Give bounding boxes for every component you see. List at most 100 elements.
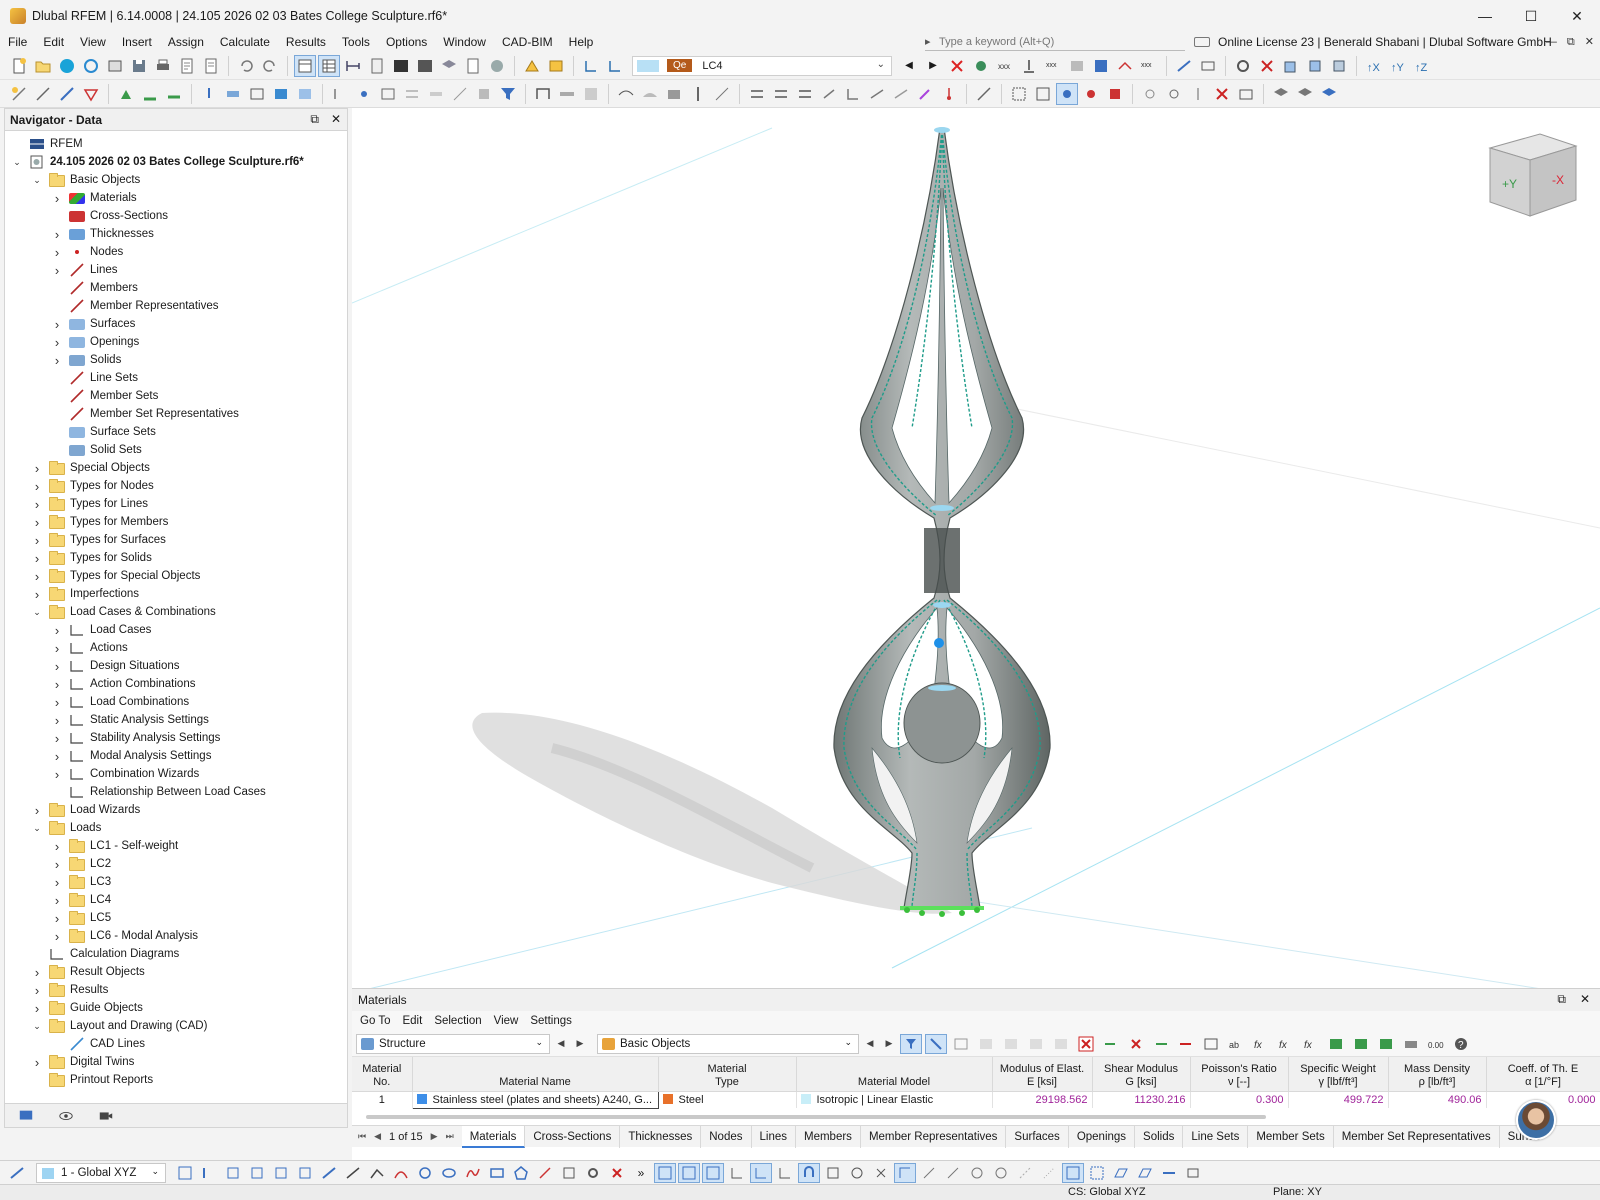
move-right-icon[interactable] [1175,1034,1197,1054]
snap-lines-icon[interactable] [198,1163,220,1183]
axis-icon[interactable] [774,1163,796,1183]
table-settings-icon[interactable] [1375,1034,1397,1054]
table-dock-icon[interactable]: ⧉ [1557,992,1566,1007]
tree-results[interactable]: › Results [5,981,347,999]
tab-nodes[interactable]: Nodes [701,1125,752,1148]
tree-basic-objects[interactable]: ⌄ Basic Objects [5,171,347,189]
tree-item-thicknesses[interactable]: › Thicknesses [5,225,347,243]
load-case-selector[interactable]: Qe LC4 ⌄ [632,55,892,76]
extrude-icon[interactable] [866,83,888,105]
animation-icon[interactable] [1114,55,1136,77]
chevron-right-icon[interactable]: › [51,317,63,332]
object-snap-icon[interactable] [702,1162,724,1183]
rotate-icon[interactable] [818,83,840,105]
tab-members[interactable]: Members [796,1125,861,1148]
result-diagram-icon[interactable]: xxx [1042,55,1064,77]
layer-stack-icon[interactable] [1270,83,1292,105]
layer-stack-3-icon[interactable] [1318,83,1340,105]
select-all-icon[interactable] [1008,83,1030,105]
divide-icon[interactable] [890,83,912,105]
tree-item-members[interactable]: Members [5,279,347,297]
tree-item-lines[interactable]: › Lines [5,261,347,279]
imposed-icon[interactable] [294,83,316,105]
split-icon[interactable] [1187,83,1209,105]
object-category-combo[interactable]: Basic Objects ⌄ [597,1033,859,1054]
mirror-icon[interactable] [794,83,816,105]
line-snap-icon[interactable] [918,1163,940,1183]
chevron-right-icon[interactable]: › [31,479,43,494]
square-snap-icon[interactable] [822,1163,844,1183]
export-excel-icon[interactable] [1325,1034,1347,1054]
dot-snap-icon[interactable] [1038,1163,1060,1183]
chevron-right-icon[interactable]: › [31,1001,43,1016]
column-view-icon[interactable] [1200,1034,1222,1054]
chevron-right-icon[interactable]: › [51,623,63,638]
mesh-icon[interactable] [1197,55,1219,77]
table-menu-settings[interactable]: Settings [524,1015,578,1027]
cell-material-model[interactable]: Isotropic | Linear Elastic [796,1091,993,1108]
tree-item-modal-analysis-settings[interactable]: › Modal Analysis Settings [5,747,347,765]
menu-insert[interactable]: Insert [114,32,160,52]
chevron-right-icon[interactable]: › [51,767,63,782]
menu-options[interactable]: Options [378,32,435,52]
cell-mass-density[interactable]: 490.06 [1388,1091,1487,1108]
chevron-right-icon[interactable]: › [31,1055,43,1070]
menu-results[interactable]: Results [278,32,334,52]
tree-group-types-for-members[interactable]: › Types for Members [5,513,347,531]
tree-load-lc1-self-weight[interactable]: › LC1 - Self-weight [5,837,347,855]
magnet-icon[interactable] [798,1162,820,1183]
chevron-down-icon[interactable]: ⌄ [31,174,43,186]
chevron-right-icon[interactable]: › [51,353,63,368]
tree-item-combination-wizards[interactable]: › Combination Wizards [5,765,347,783]
beam-icon[interactable] [556,83,578,105]
draw-spline-icon[interactable] [462,1163,484,1183]
col-material-model[interactable]: Material Model [796,1057,993,1092]
tree-model-file[interactable]: ⌄ 24.105 2026 02 03 Bates College Sculptu… [5,153,347,171]
tree-result-objects[interactable]: › Result Objects [5,963,347,981]
delete-row-icon[interactable] [1075,1034,1097,1054]
workplane-icon[interactable] [6,1163,28,1183]
move-left-icon[interactable] [1150,1034,1172,1054]
tab-cross-sections[interactable]: Cross-Sections [525,1125,621,1148]
bracing-icon[interactable] [711,83,733,105]
prev-arrow-icon[interactable]: ◀ [898,55,920,77]
help-icon[interactable]: ? [1450,1034,1472,1054]
print-icon[interactable] [152,55,174,77]
navigator-toggle-icon[interactable] [294,54,316,77]
menu-cad-bim[interactable]: CAD-BIM [494,32,561,52]
cell-material-type[interactable]: Steel [658,1091,797,1108]
tree-item-nodes[interactable]: › Nodes [5,243,347,261]
tree-item-static-analysis-settings[interactable]: › Static Analysis Settings [5,711,347,729]
chevron-right-icon[interactable]: › [51,641,63,656]
member-tool-icon[interactable] [56,83,78,105]
tangent-snap-icon[interactable] [990,1163,1012,1183]
chevron-right-icon[interactable]: › [51,677,63,692]
support-reactions-icon[interactable] [1018,55,1040,77]
chevron-down-icon[interactable]: ⌄ [31,606,43,618]
select-in-model-icon[interactable] [925,1033,947,1054]
measure-icon[interactable] [973,83,995,105]
draw-polygon-icon[interactable] [510,1163,532,1183]
document-icon[interactable] [462,55,484,77]
import-icon[interactable] [1100,1034,1122,1054]
close-x-icon[interactable] [606,1163,628,1183]
save-icon[interactable] [128,55,150,77]
coordinate-system-combo[interactable]: 1 - Global XYZ ⌄ [36,1162,166,1183]
col-poisson-ratio[interactable]: Poisson's Ratio ν [--] [1190,1057,1289,1092]
draw-circle-icon[interactable] [414,1163,436,1183]
draw-line-icon[interactable] [342,1163,364,1183]
close-icon[interactable]: ✕ [331,112,341,127]
delete-results-icon[interactable] [946,55,968,77]
perp-snap-icon[interactable] [942,1163,964,1183]
node-tool-icon[interactable] [8,83,30,105]
chain-icon[interactable] [1163,83,1185,105]
snap-center-icon[interactable] [246,1163,268,1183]
ruler-icon[interactable] [425,83,447,105]
select-window-icon[interactable] [1032,83,1054,105]
tree-item-design-situations[interactable]: › Design Situations [5,657,347,675]
tree-load-lc2[interactable]: › LC2 [5,855,347,873]
layers-icon[interactable] [438,55,460,77]
load-surface-icon[interactable] [246,83,268,105]
solid-block-icon[interactable] [663,83,685,105]
tree-item-openings[interactable]: › Openings [5,333,347,351]
